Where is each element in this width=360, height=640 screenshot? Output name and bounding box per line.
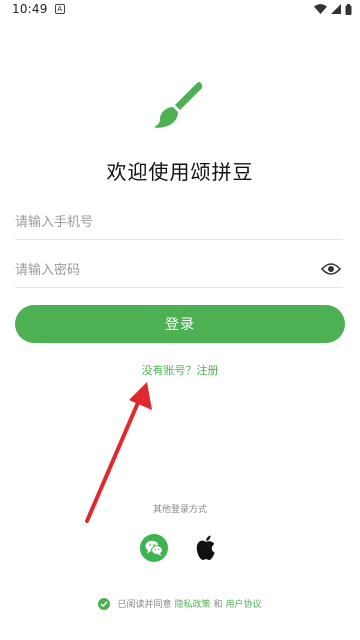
- status-bar: 10:49 A: [0, 0, 360, 18]
- status-time: 10:49: [12, 2, 48, 16]
- other-login-title: 其他登录方式: [152, 505, 207, 515]
- eye-icon[interactable]: [321, 262, 341, 276]
- privacy-policy-link[interactable]: 隐私政策: [174, 597, 210, 610]
- login-button[interactable]: 登录: [15, 305, 345, 343]
- signal-icon: [331, 4, 341, 14]
- welcome-title: 欢迎使用颂拼豆: [106, 160, 254, 184]
- status-icons: [314, 3, 352, 15]
- check-icon: [100, 600, 108, 607]
- wechat-icon: [145, 540, 163, 556]
- phone-field: [15, 204, 343, 240]
- paintbrush-icon: [154, 82, 203, 128]
- apple-icon[interactable]: [194, 535, 218, 561]
- wechat-login-button[interactable]: [140, 534, 168, 562]
- battery-icon: [345, 3, 352, 15]
- user-agreement-link[interactable]: 用户协议: [226, 597, 262, 610]
- password-input[interactable]: [15, 258, 295, 282]
- agreement-row: 已阅读并同意 隐私政策 和 用户协议: [0, 597, 360, 610]
- notification-icon: A: [54, 4, 65, 14]
- agreement-conjunction: 和: [213, 600, 223, 610]
- wifi-icon: [314, 4, 327, 14]
- password-field: [15, 252, 343, 288]
- register-link[interactable]: 没有账号？注册: [0, 362, 360, 378]
- phone-input[interactable]: [15, 210, 295, 234]
- agreement-prefix: 已阅读并同意: [117, 600, 172, 610]
- agreement-checkbox[interactable]: [98, 597, 111, 610]
